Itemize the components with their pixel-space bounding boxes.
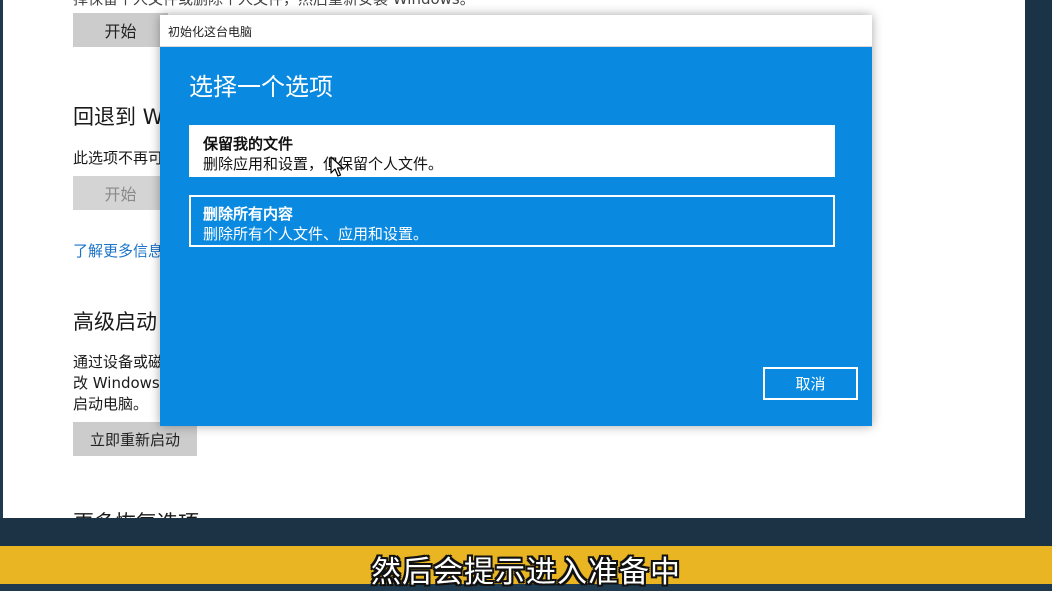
advanced-startup-desc-2: 改 Windows (73, 374, 160, 392)
dialog-titlebar: 初始化这台电脑 (160, 15, 872, 47)
option-title: 保留我的文件 (203, 135, 294, 153)
learn-more-link[interactable]: 了解更多信息 (73, 240, 163, 261)
advanced-startup-heading: 高级启动 (73, 310, 157, 334)
keep-my-files-option[interactable]: 保留我的文件 删除应用和设置，但保留个人文件。 (189, 125, 835, 177)
remove-everything-option[interactable]: 删除所有内容 删除所有个人文件、应用和设置。 (189, 195, 835, 247)
subtitle-bar: 然后会提示进入准备中 (0, 546, 1052, 590)
mouse-cursor-icon (330, 156, 344, 177)
advanced-startup-desc-3: 启动电脑。 (73, 395, 149, 413)
go-back-start-button[interactable]: 开始 (73, 176, 168, 210)
dialog-title: 初始化这台电脑 (168, 25, 253, 39)
background-edge (1025, 0, 1052, 518)
dialog-heading: 选择一个选项 (189, 73, 333, 101)
reset-pc-dialog: 初始化这台电脑 选择一个选项 保留我的文件 删除应用和设置，但保留个人文件。 删… (160, 15, 872, 426)
background-band (0, 518, 1052, 546)
more-recovery-heading: 更多恢复选项 (73, 507, 199, 518)
cancel-button[interactable]: 取消 (763, 367, 858, 400)
go-back-heading: 回退到 W (73, 105, 164, 129)
option-title: 删除所有内容 (203, 205, 294, 223)
subtitle-text: 然后会提示进入准备中 (371, 555, 681, 590)
reset-start-button[interactable]: 开始 (73, 13, 168, 47)
option-description: 删除所有个人文件、应用和设置。 (203, 225, 429, 243)
advanced-startup-desc-1: 通过设备或磁 (73, 353, 164, 371)
reset-description: 择保留个人文件或删除个人文件，然后重新安装 Windows。 (73, 0, 475, 9)
go-back-description: 此选项不再可 (73, 149, 164, 167)
option-description: 删除应用和设置，但保留个人文件。 (203, 155, 444, 173)
restart-now-button[interactable]: 立即重新启动 (73, 422, 197, 456)
